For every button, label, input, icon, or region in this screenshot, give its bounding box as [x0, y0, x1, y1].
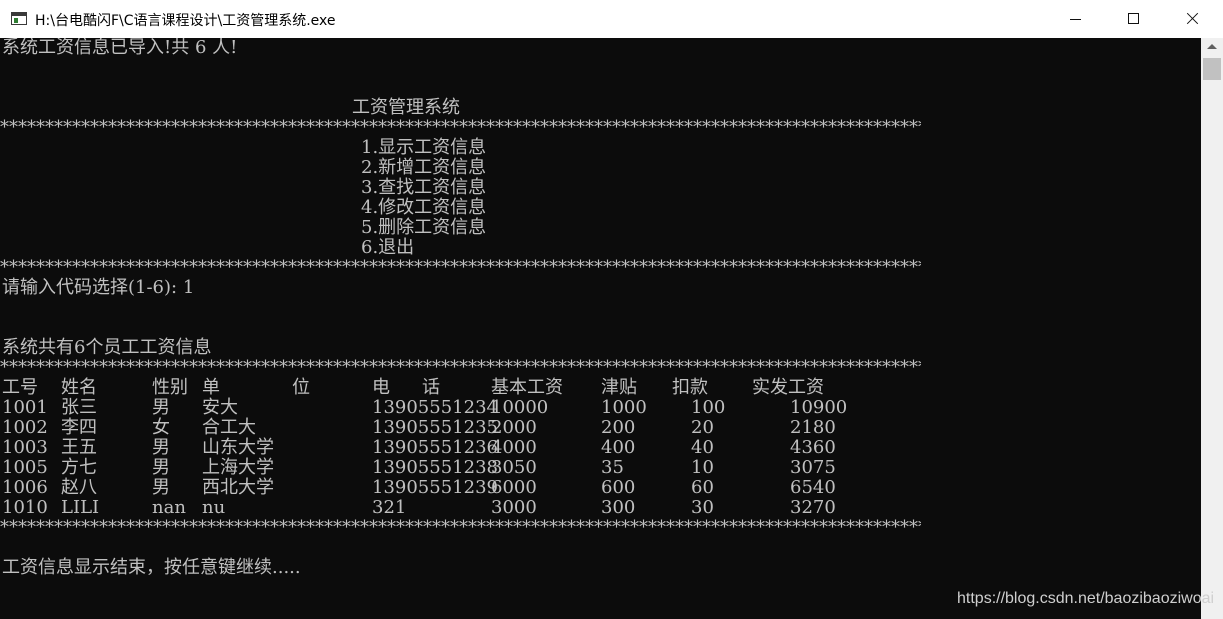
separator-line: ****************************************… [0, 518, 921, 538]
cell-deduction: 100 [691, 397, 726, 418]
vertical-scrollbar[interactable] [1201, 38, 1223, 619]
minimize-icon [1070, 19, 1081, 20]
cell-base-salary: 6000 [491, 477, 537, 498]
header-name: 姓名 [61, 377, 97, 398]
menu-title: 工资管理系统 [352, 97, 460, 118]
cell-unit: 西北大学 [202, 477, 274, 498]
cell-unit: 上海大学 [202, 457, 274, 478]
cell-gender: 女 [152, 417, 170, 438]
cell-unit: 安大 [202, 397, 238, 418]
cell-gender: 男 [152, 457, 170, 478]
input-prompt: 请输入代码选择(1-6): 1 [2, 277, 195, 298]
cell-id: 1003 [2, 437, 48, 458]
cell-phone: 13905551236 [372, 437, 498, 458]
header-gender: 性别 [152, 377, 188, 398]
cell-base-salary: 3000 [491, 497, 537, 518]
cell-gender: nan [152, 497, 186, 518]
cell-id: 1005 [2, 457, 48, 478]
maximize-button[interactable] [1105, 0, 1163, 38]
cell-phone: 13905551239 [372, 477, 498, 498]
menu-item: 4.修改工资信息 [361, 197, 487, 218]
console-window: H:\台电酷闪F\C语言课程设计\工资管理系统.exe 系统工资信息已导入!共 … [0, 0, 1223, 619]
console-app-icon[interactable] [11, 12, 27, 25]
header-unit-1: 单 [202, 377, 220, 398]
cell-allowance: 1000 [601, 397, 647, 418]
header-base-salary: 基本工资 [491, 377, 563, 398]
cell-net-salary: 10900 [790, 397, 848, 418]
header-phone-1: 电 [372, 377, 390, 398]
separator-line: ****************************************… [0, 358, 921, 378]
cell-deduction: 20 [691, 417, 714, 438]
header-unit-2: 位 [292, 377, 310, 398]
separator-line: ****************************************… [0, 258, 921, 278]
menu-item: 6.退出 [361, 237, 415, 258]
header-net-salary: 实发工资 [752, 377, 824, 398]
menu-item: 5.删除工资信息 [361, 217, 487, 238]
cell-base-salary: 10000 [491, 397, 549, 418]
header-allowance: 津贴 [601, 377, 637, 398]
watermark-url: https://blog.csdn.net/baozibaoziwoai [957, 590, 1215, 607]
cell-unit: 合工大 [202, 417, 256, 438]
cell-net-salary: 4360 [790, 437, 836, 458]
scroll-up-arrow-icon[interactable] [1207, 44, 1217, 49]
cell-unit: nu [202, 497, 226, 518]
cell-phone: 13905551235 [372, 417, 498, 438]
header-id: 工号 [2, 377, 38, 398]
cell-deduction: 30 [691, 497, 714, 518]
cell-name: 李四 [61, 417, 97, 438]
cell-deduction: 60 [691, 477, 714, 498]
window-title: H:\台电酷闪F\C语言课程设计\工资管理系统.exe [35, 13, 336, 29]
cell-base-salary: 2000 [491, 417, 537, 438]
cell-unit: 山东大学 [202, 437, 274, 458]
import-message: 系统工资信息已导入!共 6 人! [2, 38, 238, 58]
cell-name: 赵八 [61, 477, 97, 498]
cell-name: 王五 [61, 437, 97, 458]
cell-allowance: 600 [601, 477, 636, 498]
cell-gender: 男 [152, 477, 170, 498]
end-message: 工资信息显示结束，按任意键继续..... [2, 557, 301, 578]
menu-item: 1.显示工资信息 [361, 137, 487, 158]
cell-id: 1010 [2, 497, 48, 518]
separator-line: ****************************************… [0, 118, 921, 138]
cell-base-salary: 3050 [491, 457, 537, 478]
employee-count-message: 系统共有6个员工工资信息 [2, 337, 212, 358]
minimize-button[interactable] [1047, 0, 1105, 38]
console-output[interactable]: 系统工资信息已导入!共 6 人! 工资管理系统 ****************… [0, 38, 1201, 619]
header-phone-2: 话 [422, 377, 440, 398]
cell-deduction: 40 [691, 437, 714, 458]
title-bar[interactable]: H:\台电酷闪F\C语言课程设计\工资管理系统.exe [0, 0, 1223, 38]
maximize-icon [1128, 13, 1139, 24]
cell-base-salary: 4000 [491, 437, 537, 458]
cell-name: 张三 [61, 397, 97, 418]
cell-allowance: 35 [601, 457, 624, 478]
cell-allowance: 200 [601, 417, 636, 438]
header-deduction: 扣款 [672, 377, 708, 398]
cell-name: LILI [61, 497, 100, 518]
cell-phone: 321 [372, 497, 407, 518]
cell-net-salary: 6540 [790, 477, 836, 498]
cell-phone: 13905551234 [372, 397, 498, 418]
cell-net-salary: 3270 [790, 497, 836, 518]
cell-name: 方七 [61, 457, 97, 478]
close-button[interactable] [1163, 0, 1221, 38]
cell-allowance: 300 [601, 497, 636, 518]
menu-item: 3.查找工资信息 [361, 177, 487, 198]
cell-gender: 男 [152, 437, 170, 458]
cell-gender: 男 [152, 397, 170, 418]
scroll-thumb[interactable] [1203, 58, 1221, 80]
menu-item: 2.新增工资信息 [361, 157, 487, 178]
cell-id: 1002 [2, 417, 48, 438]
cell-allowance: 400 [601, 437, 636, 458]
cell-id: 1006 [2, 477, 48, 498]
cell-net-salary: 2180 [790, 417, 836, 438]
cell-phone: 13905551238 [372, 457, 498, 478]
cell-id: 1001 [2, 397, 48, 418]
cell-net-salary: 3075 [790, 457, 836, 478]
cell-deduction: 10 [691, 457, 714, 478]
